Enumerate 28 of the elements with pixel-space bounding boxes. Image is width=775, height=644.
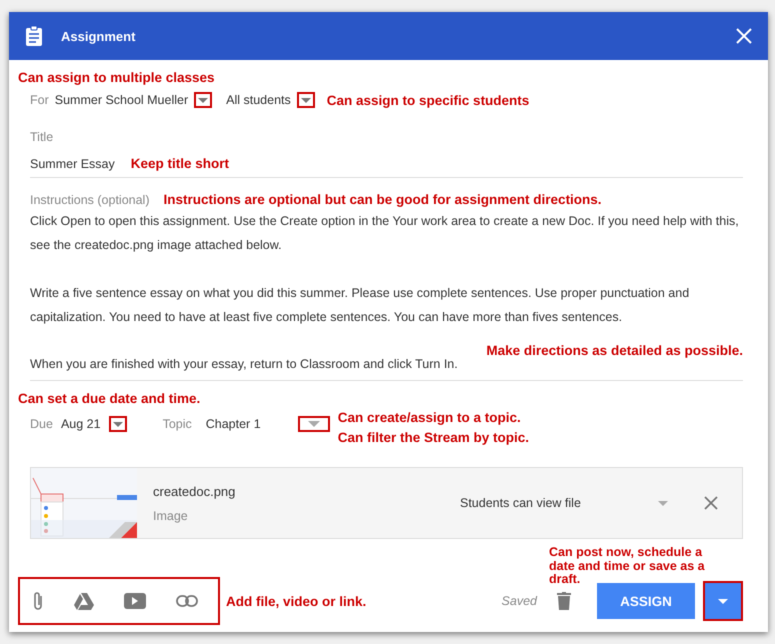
title-field[interactable]: Summer Essay bbox=[30, 156, 115, 170]
annotation: Keep title short bbox=[130, 156, 230, 171]
saved-status: Saved bbox=[502, 594, 537, 608]
permission-select[interactable]: Students can view file bbox=[460, 496, 650, 510]
annotation: Instructions are optional but can be good for assignment directions. bbox=[164, 192, 602, 207]
annotation: Can set a due date and time. bbox=[18, 391, 202, 406]
instructions-label: Instructions (optional) bbox=[30, 192, 150, 206]
annotation: Make directions as detailed as possible. bbox=[485, 343, 743, 358]
due-label: Due bbox=[30, 417, 53, 431]
annotation: Can create/assign to a topic. bbox=[338, 410, 522, 425]
annotation: Can filter the Stream by topic. bbox=[338, 430, 530, 445]
instructions-text[interactable]: Write a five sentence essay on what you did this summer. Please use complete sentences. Use proper punctuation and capitalization. You need to have at least five complete sentences. You can have more than fives sentences. bbox=[30, 281, 743, 329]
due-date-value: Aug 21 bbox=[60, 417, 101, 431]
topic-label: Topic bbox=[162, 417, 192, 431]
class-value: Summer School Mueller bbox=[54, 93, 188, 107]
students-value: All students bbox=[226, 93, 291, 107]
file-name: createdoc.png bbox=[153, 484, 236, 498]
annotation: Add file, video or link. bbox=[226, 594, 366, 608]
annotation: Can assign to multiple classes bbox=[18, 70, 216, 85]
topic-value: Chapter 1 bbox=[206, 417, 262, 431]
instructions-text[interactable]: Click Open to open this assignment. Use the Create option in the Your work area to create a new Doc. If you need help with this, see the createdoc.png image attached below. bbox=[30, 209, 743, 257]
assign-button[interactable]: ASSIGN bbox=[597, 583, 695, 619]
for-label: For bbox=[30, 93, 49, 107]
attachment-card[interactable]: createdoc.png Image Students can view file bbox=[30, 467, 743, 539]
title-label: Title bbox=[30, 130, 54, 144]
annotation: Can assign to specific students bbox=[326, 92, 530, 108]
file-type: Image bbox=[153, 508, 189, 522]
dialog-title: Assignment bbox=[61, 28, 136, 44]
